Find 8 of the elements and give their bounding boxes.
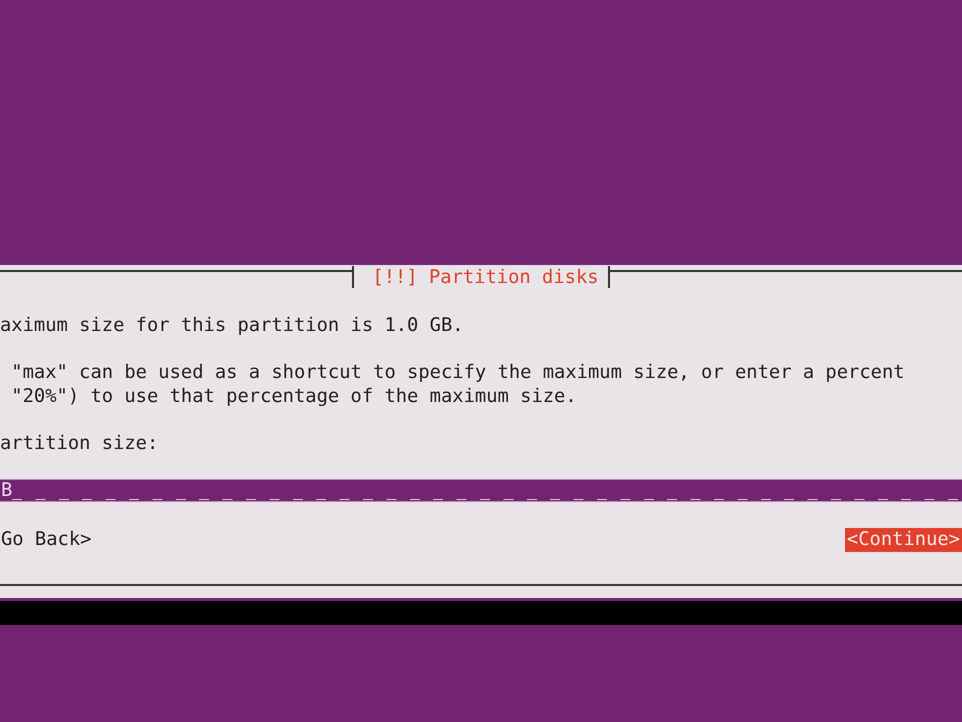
message-text: aximum size for this partition is 1.0 GB. [0, 314, 465, 338]
input-field[interactable]: B [0, 479, 962, 502]
back-button[interactable]: Go Back> [0, 528, 92, 552]
continue-button[interactable]: <Continue> [844, 528, 962, 552]
dialog-title: [!!] Partition disks [371, 266, 600, 290]
message-text: "max" can be used as a shortcut to specify the maximum size, or enter a percent [10, 361, 906, 385]
message-text: artition size: [0, 432, 160, 456]
message-text: "20%") to use that percentage of the maximum size. [10, 385, 578, 409]
